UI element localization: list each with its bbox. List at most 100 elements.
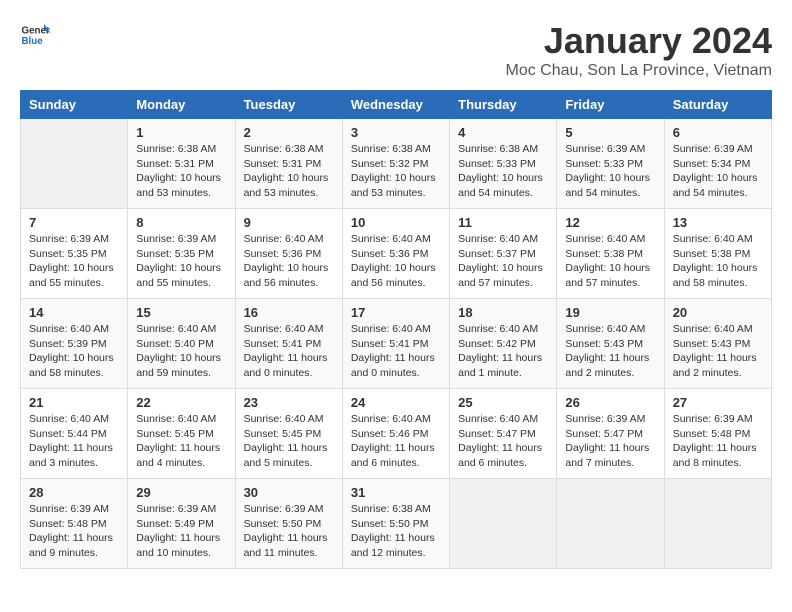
day-number: 5: [565, 125, 655, 140]
day-detail: Sunrise: 6:40 AMSunset: 5:45 PMDaylight:…: [244, 412, 334, 471]
day-detail: Sunrise: 6:38 AMSunset: 5:31 PMDaylight:…: [244, 142, 334, 201]
calendar-cell: 23 Sunrise: 6:40 AMSunset: 5:45 PMDayligh…: [235, 389, 342, 479]
day-number: 20: [673, 305, 763, 320]
header-cell-sunday: Sunday: [21, 91, 128, 119]
page-subtitle: Moc Chau, Son La Province, Vietnam: [505, 62, 772, 80]
calendar-cell: [664, 479, 771, 569]
day-number: 2: [244, 125, 334, 140]
day-number: 23: [244, 395, 334, 410]
day-number: 4: [458, 125, 548, 140]
calendar-cell: 10Sunrise: 6:40 AMSunset: 5:36 PMDayligh…: [342, 209, 449, 299]
day-number: 16: [244, 305, 334, 320]
week-row-4: 21Sunrise: 6:40 AMSunset: 5:44 PMDayligh…: [21, 389, 772, 479]
calendar-cell: 9 Sunrise: 6:40 AMSunset: 5:36 PMDaylight…: [235, 209, 342, 299]
calendar-cell: [557, 479, 664, 569]
day-number: 28: [29, 485, 119, 500]
calendar-cell: 3Sunrise: 6:38 AMSunset: 5:32 PMDaylight…: [342, 119, 449, 209]
week-row-5: 28 Sunrise: 6:39 AMSunset: 5:48 PMDayligh…: [21, 479, 772, 569]
calendar-cell: 14 Sunrise: 6:40 AMSunset: 5:39 PMDayligh…: [21, 299, 128, 389]
calendar-cell: 20 Sunrise: 6:40 AMSunset: 5:43 PMDayligh…: [664, 299, 771, 389]
day-detail: Sunrise: 6:40 AMSunset: 5:45 PMDaylight:…: [136, 412, 226, 471]
day-number: 7: [29, 215, 119, 230]
calendar-cell: 25 Sunrise: 6:40 AMSunset: 5:47 PMDayligh…: [450, 389, 557, 479]
page-header: General Blue January 2024 Moc Chau, Son …: [20, 20, 772, 80]
calendar-cell: 24 Sunrise: 6:40 AMSunset: 5:46 PMDayligh…: [342, 389, 449, 479]
calendar-cell: 5 Sunrise: 6:39 AMSunset: 5:33 PMDaylight…: [557, 119, 664, 209]
header-cell-thursday: Thursday: [450, 91, 557, 119]
day-number: 13: [673, 215, 763, 230]
day-detail: Sunrise: 6:40 AMSunset: 5:44 PMDaylight:…: [29, 412, 119, 471]
header-cell-tuesday: Tuesday: [235, 91, 342, 119]
day-detail: Sunrise: 6:40 AMSunset: 5:46 PMDaylight:…: [351, 412, 441, 471]
day-detail: Sunrise: 6:39 AMSunset: 5:34 PMDaylight:…: [673, 142, 763, 201]
day-detail: Sunrise: 6:39 AMSunset: 5:35 PMDaylight:…: [29, 232, 119, 291]
calendar-cell: 18 Sunrise: 6:40 AMSunset: 5:42 PMDayligh…: [450, 299, 557, 389]
calendar-cell: 19Sunrise: 6:40 AMSunset: 5:43 PMDayligh…: [557, 299, 664, 389]
day-number: 24: [351, 395, 441, 410]
day-number: 9: [244, 215, 334, 230]
page-title: January 2024: [505, 20, 772, 62]
day-detail: Sunrise: 6:40 AMSunset: 5:40 PMDaylight:…: [136, 322, 226, 381]
day-detail: Sunrise: 6:38 AMSunset: 5:50 PMDaylight:…: [351, 502, 441, 561]
calendar-cell: 12 Sunrise: 6:40 AMSunset: 5:38 PMDayligh…: [557, 209, 664, 299]
day-number: 6: [673, 125, 763, 140]
calendar-cell: 28 Sunrise: 6:39 AMSunset: 5:48 PMDayligh…: [21, 479, 128, 569]
day-number: 17: [351, 305, 441, 320]
title-area: January 2024 Moc Chau, Son La Province, …: [505, 20, 772, 80]
calendar-table: SundayMondayTuesdayWednesdayThursdayFrid…: [20, 90, 772, 569]
day-detail: Sunrise: 6:40 AMSunset: 5:47 PMDaylight:…: [458, 412, 548, 471]
calendar-cell: 27Sunrise: 6:39 AMSunset: 5:48 PMDayligh…: [664, 389, 771, 479]
day-number: 26: [565, 395, 655, 410]
day-number: 25: [458, 395, 548, 410]
header-row: SundayMondayTuesdayWednesdayThursdayFrid…: [21, 91, 772, 119]
day-detail: Sunrise: 6:39 AMSunset: 5:49 PMDaylight:…: [136, 502, 226, 561]
day-detail: Sunrise: 6:40 AMSunset: 5:42 PMDaylight:…: [458, 322, 548, 381]
calendar-cell: 1 Sunrise: 6:38 AMSunset: 5:31 PMDaylight…: [128, 119, 235, 209]
day-detail: Sunrise: 6:40 AMSunset: 5:41 PMDaylight:…: [351, 322, 441, 381]
logo-icon: General Blue: [20, 20, 50, 50]
day-number: 18: [458, 305, 548, 320]
calendar-cell: 13Sunrise: 6:40 AMSunset: 5:38 PMDayligh…: [664, 209, 771, 299]
calendar-cell: 16Sunrise: 6:40 AMSunset: 5:41 PMDayligh…: [235, 299, 342, 389]
day-number: 15: [136, 305, 226, 320]
day-number: 27: [673, 395, 763, 410]
day-number: 30: [244, 485, 334, 500]
calendar-cell: 30 Sunrise: 6:39 AMSunset: 5:50 PMDayligh…: [235, 479, 342, 569]
day-number: 14: [29, 305, 119, 320]
calendar-cell: 2 Sunrise: 6:38 AMSunset: 5:31 PMDaylight…: [235, 119, 342, 209]
day-detail: Sunrise: 6:39 AMSunset: 5:47 PMDaylight:…: [565, 412, 655, 471]
day-number: 12: [565, 215, 655, 230]
calendar-cell: 21Sunrise: 6:40 AMSunset: 5:44 PMDayligh…: [21, 389, 128, 479]
calendar-cell: 11Sunrise: 6:40 AMSunset: 5:37 PMDayligh…: [450, 209, 557, 299]
day-detail: Sunrise: 6:40 AMSunset: 5:39 PMDaylight:…: [29, 322, 119, 381]
day-detail: Sunrise: 6:38 AMSunset: 5:33 PMDaylight:…: [458, 142, 548, 201]
day-number: 31: [351, 485, 441, 500]
day-number: 1: [136, 125, 226, 140]
calendar-cell: 6 Sunrise: 6:39 AMSunset: 5:34 PMDaylight…: [664, 119, 771, 209]
day-number: 8: [136, 215, 226, 230]
day-number: 19: [565, 305, 655, 320]
day-number: 10: [351, 215, 441, 230]
calendar-header: SundayMondayTuesdayWednesdayThursdayFrid…: [21, 91, 772, 119]
calendar-cell: 22Sunrise: 6:40 AMSunset: 5:45 PMDayligh…: [128, 389, 235, 479]
day-detail: Sunrise: 6:39 AMSunset: 5:33 PMDaylight:…: [565, 142, 655, 201]
calendar-cell: 31 Sunrise: 6:38 AMSunset: 5:50 PMDayligh…: [342, 479, 449, 569]
day-number: 3: [351, 125, 441, 140]
calendar-cell: [21, 119, 128, 209]
day-detail: Sunrise: 6:39 AMSunset: 5:48 PMDaylight:…: [29, 502, 119, 561]
calendar-cell: [450, 479, 557, 569]
day-number: 11: [458, 215, 548, 230]
day-detail: Sunrise: 6:39 AMSunset: 5:50 PMDaylight:…: [244, 502, 334, 561]
day-detail: Sunrise: 6:39 AMSunset: 5:35 PMDaylight:…: [136, 232, 226, 291]
header-cell-saturday: Saturday: [664, 91, 771, 119]
day-detail: Sunrise: 6:40 AMSunset: 5:43 PMDaylight:…: [673, 322, 763, 381]
week-row-3: 14 Sunrise: 6:40 AMSunset: 5:39 PMDayligh…: [21, 299, 772, 389]
header-cell-friday: Friday: [557, 91, 664, 119]
day-detail: Sunrise: 6:40 AMSunset: 5:36 PMDaylight:…: [244, 232, 334, 291]
day-detail: Sunrise: 6:40 AMSunset: 5:38 PMDaylight:…: [565, 232, 655, 291]
header-cell-wednesday: Wednesday: [342, 91, 449, 119]
svg-text:Blue: Blue: [22, 36, 44, 47]
week-row-1: 1 Sunrise: 6:38 AMSunset: 5:31 PMDaylight…: [21, 119, 772, 209]
day-detail: Sunrise: 6:38 AMSunset: 5:31 PMDaylight:…: [136, 142, 226, 201]
logo: General Blue: [20, 20, 50, 50]
